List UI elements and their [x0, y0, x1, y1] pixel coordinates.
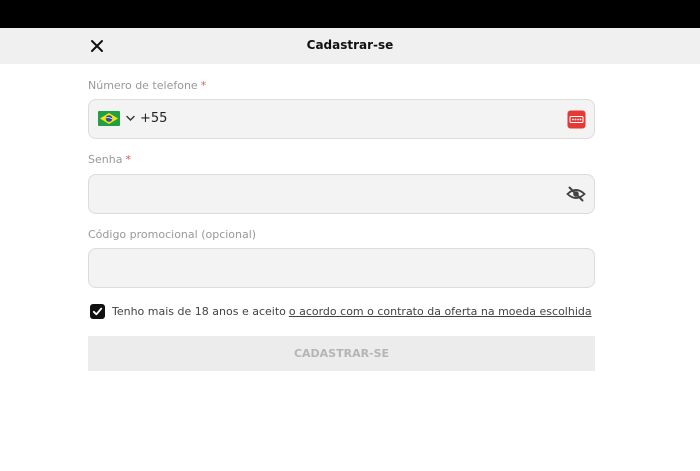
chevron-down-icon[interactable]: [125, 113, 136, 124]
terms-link[interactable]: o acordo com o contrato da oferta na moe…: [289, 305, 592, 318]
modal-header: Cadastrar-se: [0, 28, 700, 64]
password-field[interactable]: [88, 174, 595, 214]
password-label-row: Senha *: [88, 153, 131, 166]
phone-label: Número de telefone: [88, 79, 198, 92]
top-black-bar: [0, 0, 700, 28]
checkmark-icon: [92, 307, 103, 315]
register-button[interactable]: CADASTRAR-SE: [88, 336, 595, 371]
eye-off-icon[interactable]: [566, 184, 586, 204]
required-mark: *: [200, 79, 207, 92]
promo-label: Código promocional (opcional): [88, 228, 257, 241]
password-input[interactable]: [101, 183, 554, 205]
terms-row: Tenho mais de 18 anos e aceito o acordo …: [90, 302, 592, 320]
required-mark: *: [125, 153, 131, 166]
terms-text: Tenho mais de 18 anos e aceito: [112, 304, 286, 318]
country-dial-code[interactable]: +55: [140, 111, 167, 126]
terms-checkbox[interactable]: [90, 303, 105, 319]
phone-label-row: Número de telefone *: [88, 79, 206, 92]
promo-input[interactable]: [101, 257, 554, 279]
brazil-flag-icon[interactable]: [98, 111, 120, 126]
password-manager-icon[interactable]: [567, 110, 586, 129]
promo-field[interactable]: [88, 248, 595, 288]
page-title: Cadastrar-se: [306, 38, 394, 52]
phone-field[interactable]: +55: [88, 99, 595, 139]
password-label: Senha: [88, 153, 123, 166]
